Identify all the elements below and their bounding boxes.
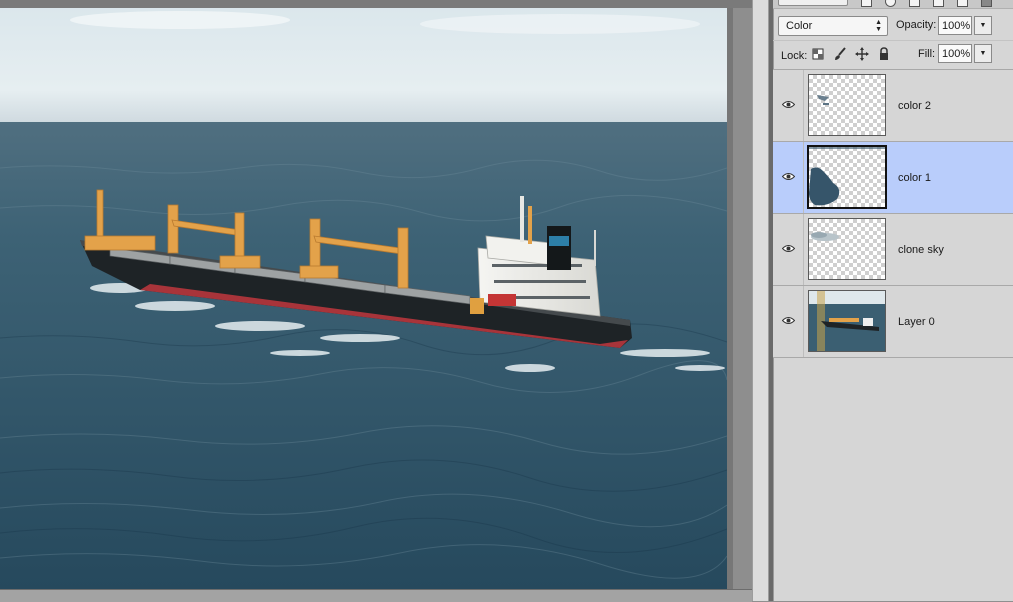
opacity-slider-button[interactable]: ▼ [974, 16, 992, 35]
lock-fill-row: Lock: Fill: 100% ▼ [773, 40, 1013, 69]
document-canvas-area[interactable] [0, 0, 752, 602]
layer-thumbnail[interactable] [807, 145, 887, 209]
fill-slider-button[interactable]: ▼ [974, 44, 992, 63]
layer-row-color-2[interactable]: color 2 [773, 70, 1013, 142]
layer-thumbnail[interactable] [808, 218, 886, 280]
layers-panel: Color ▲ ▼ Opacity: 100% ▼ Lock: Fill: 100… [773, 0, 1013, 601]
blend-mode-value: Color [786, 20, 813, 32]
visibility-toggle[interactable] [773, 286, 804, 357]
vertical-scrollbar[interactable] [752, 0, 769, 601]
canvas-image[interactable] [0, 8, 727, 589]
blend-mode-select[interactable]: Color ▲ ▼ [778, 16, 888, 36]
filter-pixel-icon[interactable] [861, 0, 872, 7]
layer-filter-bar [773, 0, 1013, 9]
layer-name[interactable]: clone sky [898, 244, 944, 256]
layer-thumbnail[interactable] [808, 74, 886, 136]
fill-label: Fill: [918, 48, 936, 60]
updown-arrows-icon: ▲ ▼ [875, 19, 882, 33]
canvas-bottom-edge [0, 589, 752, 602]
layer-row-color-1[interactable]: color 1 [773, 142, 1013, 214]
layer-row-clone-sky[interactable]: clone sky [773, 214, 1013, 286]
visibility-toggle[interactable] [773, 70, 804, 141]
padlock-icon[interactable] [877, 47, 891, 61]
eye-icon [782, 245, 795, 252]
blend-opacity-row: Color ▲ ▼ Opacity: 100% ▼ [773, 10, 1013, 40]
filter-shape-icon[interactable] [933, 0, 944, 7]
eye-icon [782, 101, 795, 108]
lock-label: Lock: [781, 50, 808, 62]
layers-list: color 2 color 1 clone sky Layer 0 [773, 69, 1013, 358]
filter-toggle-icon[interactable] [981, 0, 992, 7]
filter-adjustment-icon[interactable] [885, 0, 896, 7]
fill-field[interactable]: 100% [938, 44, 972, 63]
filter-smart-object-icon[interactable] [957, 0, 968, 7]
layer-name[interactable]: color 2 [898, 100, 931, 112]
canvas-top-edge [0, 0, 752, 8]
eye-icon [782, 317, 795, 324]
layer-thumbnail[interactable] [808, 290, 886, 352]
ship-photo-image [0, 8, 727, 589]
canvas-drop-shadow [727, 8, 733, 589]
visibility-toggle[interactable] [773, 214, 804, 285]
opacity-label: Opacity: [896, 19, 937, 31]
filter-type-icon[interactable] [909, 0, 920, 7]
filter-kind-dropdown[interactable] [778, 0, 848, 6]
eye-icon [782, 173, 795, 180]
checkerboard-lock-icon[interactable] [811, 47, 825, 61]
visibility-toggle[interactable] [773, 142, 804, 213]
layer-row-layer-0[interactable]: Layer 0 [773, 286, 1013, 358]
layer-name[interactable]: Layer 0 [898, 316, 935, 328]
opacity-field[interactable]: 100% [938, 16, 972, 35]
move-arrows-icon[interactable] [855, 47, 869, 61]
layer-name[interactable]: color 1 [898, 172, 931, 184]
brush-icon[interactable] [833, 47, 847, 61]
